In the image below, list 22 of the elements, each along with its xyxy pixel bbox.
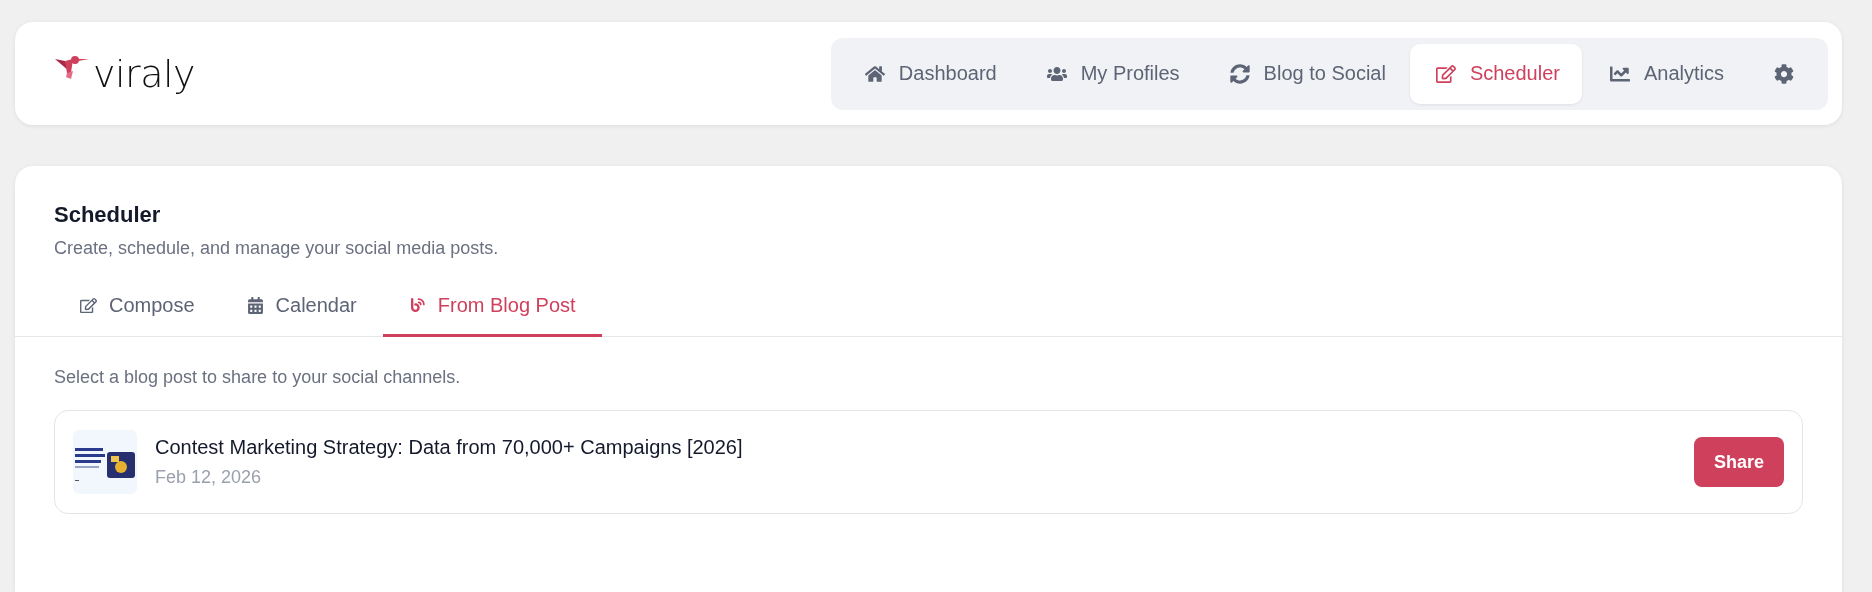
tab[interactable]: Compose <box>54 277 221 337</box>
home-icon <box>864 63 885 84</box>
share-button[interactable]: Share <box>1693 437 1784 487</box>
edit-icon <box>80 297 97 314</box>
calendar-icon <box>246 297 264 314</box>
blog-icon <box>408 297 426 314</box>
edit-icon <box>1435 63 1456 84</box>
nav-item[interactable]: Dashboard <box>838 43 1019 104</box>
refresh-icon <box>1229 63 1250 84</box>
nav-item[interactable]: My Profiles <box>1020 43 1202 104</box>
settings-icon <box>1774 63 1794 84</box>
logo-text: viraly <box>93 54 195 93</box>
nav-item[interactable]: Scheduler <box>1409 43 1582 104</box>
page-title: Scheduler <box>54 202 162 228</box>
intro-text: Select a blog post to share to your social channels. <box>54 367 462 388</box>
nav-item[interactable]: Analytics <box>1583 43 1746 104</box>
post-title: Contest Marketing Strategy: Data from 70,000+ Campaigns [2026] <box>155 436 744 459</box>
post-date: Feb 12, 2026 <box>155 467 263 488</box>
tab[interactable]: Calendar <box>220 277 383 337</box>
nav-item[interactable]: Blog to Social <box>1203 43 1408 104</box>
page-subtitle: Create, schedule, and manage your social media posts. <box>54 238 500 259</box>
tab[interactable]: From Blog Post <box>382 277 602 337</box>
